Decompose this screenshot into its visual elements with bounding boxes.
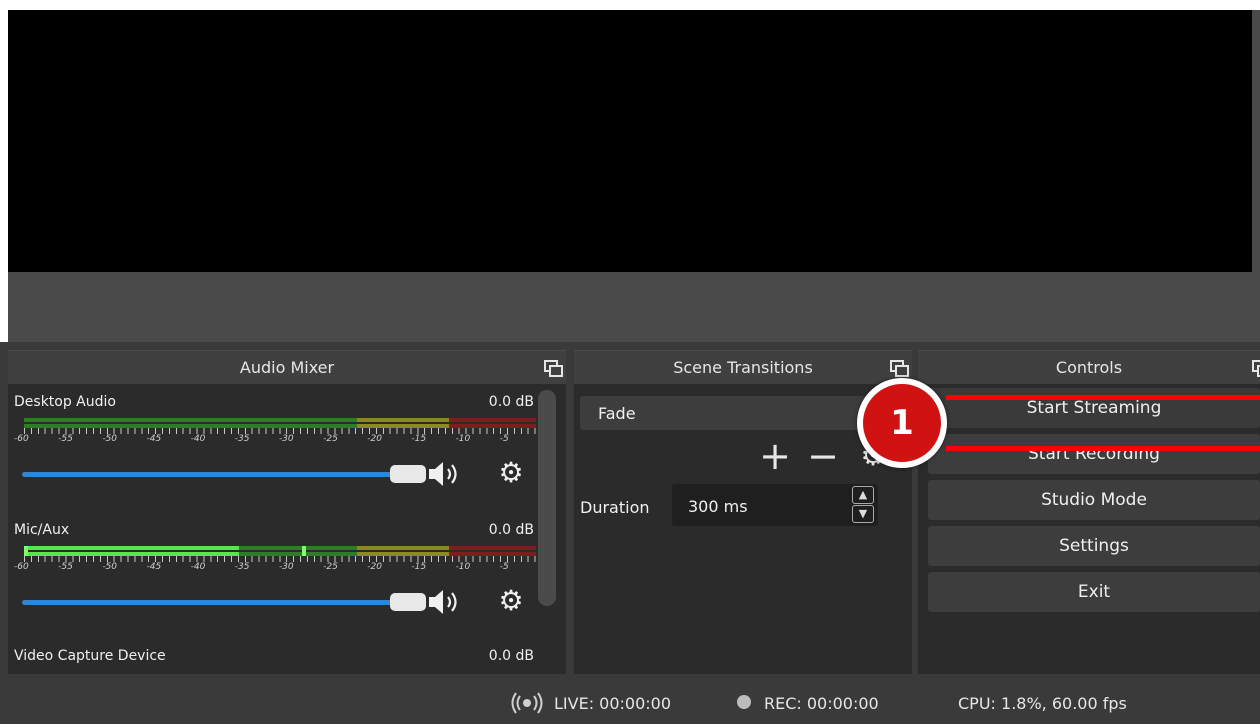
- channel-mic-aux: Mic/Aux 0.0 dB -60 -55 -50 -45 -40 -35 -…: [14, 522, 544, 632]
- scene-transitions-title: Scene Transitions: [673, 358, 813, 377]
- chevron-up-icon[interactable]: ▲: [852, 486, 874, 504]
- scene-transitions-dock: Scene Transitions Fade + − ⚙ Duration 30…: [574, 350, 912, 674]
- obs-window: Audio Mixer Desktop Audio 0.0 dB -60 -55…: [0, 0, 1260, 724]
- volume-slider-handle[interactable]: [390, 593, 426, 611]
- volume-slider[interactable]: [22, 592, 426, 612]
- studio-mode-button[interactable]: Studio Mode: [928, 480, 1260, 520]
- audio-mixer-header: Audio Mixer: [8, 350, 566, 384]
- mixer-scrollbar[interactable]: [538, 390, 556, 606]
- audio-mixer-dock: Audio Mixer Desktop Audio 0.0 dB -60 -55…: [8, 350, 566, 674]
- channel-video-capture-device: Video Capture Device 0.0 dB: [14, 648, 534, 672]
- channel-name: Desktop Audio: [14, 394, 116, 410]
- meter-scale: -60-55-50-45-40-35-30-25-20-15-10-50: [14, 556, 544, 574]
- channel-name: Video Capture Device: [14, 648, 166, 664]
- scene-transitions-header: Scene Transitions: [574, 350, 912, 384]
- duration-input[interactable]: 300 ms ▲ ▼: [672, 484, 878, 526]
- channel-volume-db: 0.0 dB: [488, 648, 534, 664]
- preview-area: [8, 10, 1260, 342]
- audio-mixer-title: Audio Mixer: [239, 358, 335, 377]
- volume-slider-handle[interactable]: [390, 465, 426, 483]
- volume-meter: [24, 546, 536, 556]
- live-status: LIVE: 00:00:00: [554, 694, 672, 713]
- speaker-icon[interactable]: [428, 588, 462, 616]
- chevron-down-icon[interactable]: ▼: [852, 505, 874, 523]
- cpu-status: CPU: 1.8%, 60.00 fps: [958, 694, 1127, 713]
- minus-icon[interactable]: −: [806, 437, 840, 475]
- preview-canvas[interactable]: [8, 10, 1252, 272]
- duration-value: 300 ms: [688, 497, 748, 516]
- undock-icon[interactable]: [544, 360, 563, 377]
- undock-icon[interactable]: [1252, 360, 1260, 377]
- channel-volume-db: 0.0 dB: [488, 522, 534, 538]
- rec-status: REC: 00:00:00: [764, 694, 879, 713]
- channel-desktop-audio: Desktop Audio 0.0 dB -60 -55 -50 -45 -40…: [14, 394, 544, 504]
- highlight-line-top: [946, 395, 1260, 400]
- step-number-badge: 1: [857, 378, 947, 468]
- volume-meter: [24, 418, 536, 428]
- gear-icon[interactable]: ⚙: [496, 458, 526, 488]
- controls-header: Controls: [918, 350, 1260, 384]
- controls-body: Start Streaming Start Recording Studio M…: [918, 384, 1260, 674]
- transition-dropdown[interactable]: Fade: [580, 396, 870, 430]
- highlight-line-bottom: [946, 446, 1260, 451]
- exit-button[interactable]: Exit: [928, 572, 1260, 612]
- peak-indicator: [24, 546, 28, 556]
- start-recording-button[interactable]: Start Recording: [928, 434, 1260, 474]
- meter-scale: -60-55-50-45-40-35-30-25-20-15-10-50: [14, 428, 544, 446]
- channel-name: Mic/Aux: [14, 522, 70, 538]
- plus-icon[interactable]: +: [758, 437, 792, 475]
- controls-title: Controls: [1055, 358, 1123, 377]
- speaker-icon[interactable]: [428, 460, 462, 488]
- volume-slider[interactable]: [22, 464, 426, 484]
- record-dot-icon: [737, 695, 751, 709]
- dock-area: Audio Mixer Desktop Audio 0.0 dB -60 -55…: [0, 342, 1260, 682]
- peak-indicator: [302, 546, 306, 556]
- audio-mixer-body: Desktop Audio 0.0 dB -60 -55 -50 -45 -40…: [8, 384, 566, 674]
- gear-icon[interactable]: ⚙: [496, 586, 526, 616]
- settings-button[interactable]: Settings: [928, 526, 1260, 566]
- meter-level: [24, 546, 240, 550]
- duration-label: Duration: [580, 498, 650, 517]
- start-streaming-button[interactable]: Start Streaming: [928, 388, 1260, 428]
- channel-volume-db: 0.0 dB: [488, 394, 534, 410]
- undock-icon[interactable]: [890, 360, 909, 377]
- broadcast-icon: [511, 692, 543, 714]
- status-bar: LIVE: 00:00:00 REC: 00:00:00 CPU: 1.8%, …: [0, 682, 1260, 724]
